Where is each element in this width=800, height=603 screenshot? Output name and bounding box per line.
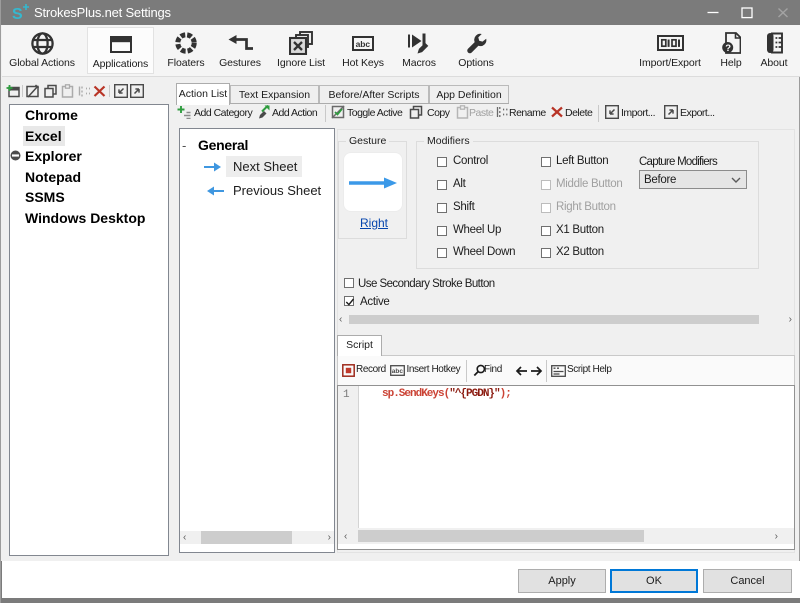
svg-text:abc: abc [356, 39, 371, 49]
svg-text:?: ? [725, 43, 731, 54]
svg-text:S: S [12, 6, 23, 23]
svg-text:abc: abc [392, 368, 404, 375]
